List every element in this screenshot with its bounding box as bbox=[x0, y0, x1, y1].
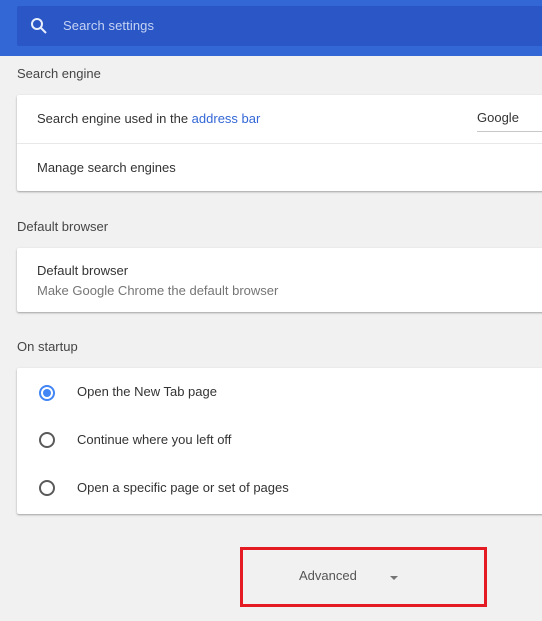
search-engine-row-label: Search engine used in the bbox=[37, 111, 192, 126]
manage-search-engines-row[interactable]: Manage search engines bbox=[37, 160, 176, 175]
radio-label-new-tab[interactable]: Open the New Tab page bbox=[77, 384, 217, 399]
highlight-box bbox=[240, 547, 487, 607]
section-title-default-browser: Default browser bbox=[17, 219, 109, 234]
default-browser-card: Default browser Make Google Chrome the d… bbox=[17, 248, 542, 312]
radio-specific-pages[interactable] bbox=[39, 480, 55, 496]
search-engine-card: Search engine used in the address bar Go… bbox=[17, 95, 542, 191]
search-engine-selected: Google bbox=[477, 110, 519, 125]
default-browser-title: Default browser bbox=[37, 263, 129, 278]
radio-label-continue[interactable]: Continue where you left off bbox=[77, 432, 231, 447]
search-box[interactable]: Search settings bbox=[17, 6, 542, 46]
search-icon bbox=[31, 18, 47, 34]
search-engine-row: Search engine used in the address bar bbox=[37, 111, 260, 126]
radio-label-specific-pages[interactable]: Open a specific page or set of pages bbox=[77, 480, 289, 495]
top-bar: Search settings bbox=[0, 0, 542, 56]
section-title-on-startup: On startup bbox=[17, 339, 78, 354]
radio-continue[interactable] bbox=[39, 432, 55, 448]
search-engine-dropdown[interactable]: Google bbox=[477, 105, 542, 132]
default-browser-subtext: Make Google Chrome the default browser bbox=[37, 283, 279, 298]
search-input[interactable]: Search settings bbox=[63, 18, 154, 33]
address-bar-link[interactable]: address bar bbox=[192, 111, 261, 126]
on-startup-card: Open the New Tab page Continue where you… bbox=[17, 368, 542, 514]
radio-new-tab[interactable] bbox=[39, 385, 55, 401]
section-title-search-engine: Search engine bbox=[17, 66, 101, 81]
divider bbox=[17, 143, 542, 144]
